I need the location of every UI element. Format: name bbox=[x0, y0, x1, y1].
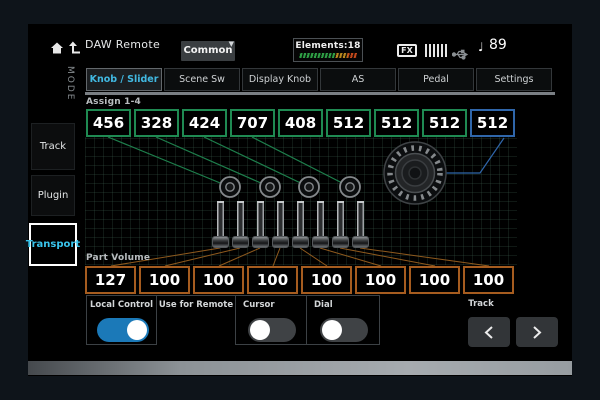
device-photo-background: DAW Remote Common ▼ Elements:18 FX ♩ 89 … bbox=[0, 0, 600, 400]
tab-as[interactable]: AS bbox=[320, 68, 396, 91]
assign-value-9-selected[interactable]: 512 bbox=[470, 109, 515, 137]
tab-pedal[interactable]: Pedal bbox=[398, 68, 474, 91]
local-control-toggle[interactable] bbox=[97, 318, 149, 342]
part-volume-2[interactable]: 100 bbox=[139, 266, 190, 294]
track-nav-label: Track bbox=[466, 299, 496, 309]
assign-value-1[interactable]: 456 bbox=[86, 109, 131, 137]
usb-icon bbox=[452, 45, 470, 64]
chevron-right-icon bbox=[531, 325, 543, 340]
assign-value-3[interactable]: 424 bbox=[182, 109, 227, 137]
assign-value-8[interactable]: 512 bbox=[422, 109, 467, 137]
mode-label: MODE bbox=[65, 66, 75, 101]
part-volume-label: Part Volume bbox=[86, 253, 150, 263]
assign-value-7[interactable]: 512 bbox=[374, 109, 419, 137]
screen-glare-strip bbox=[28, 361, 572, 375]
assign-label: Assign 1-4 bbox=[86, 97, 141, 107]
sidebar-item-transport[interactable]: Transport bbox=[29, 223, 77, 266]
cursor-toggle[interactable] bbox=[248, 318, 296, 342]
fx-icon: FX bbox=[397, 44, 417, 57]
part-volume-4[interactable]: 100 bbox=[247, 266, 298, 294]
tab-scene-sw[interactable]: Scene Sw bbox=[164, 68, 240, 91]
dropdown-icon: ▼ bbox=[229, 34, 234, 54]
assign-value-4[interactable]: 707 bbox=[230, 109, 275, 137]
tempo-value: 89 bbox=[489, 37, 507, 53]
quarter-note-icon: ♩ bbox=[478, 40, 484, 54]
elements-meter bbox=[299, 53, 357, 58]
part-volume-3[interactable]: 100 bbox=[193, 266, 244, 294]
page-title: DAW Remote bbox=[85, 38, 160, 51]
synth-screen: DAW Remote Common ▼ Elements:18 FX ♩ 89 … bbox=[28, 24, 572, 376]
dial-cell: Dial bbox=[307, 295, 380, 345]
sidebar-item-plugin[interactable]: Plugin bbox=[31, 175, 75, 216]
part-volume-8[interactable]: 100 bbox=[463, 266, 514, 294]
part-volume-5[interactable]: 100 bbox=[301, 266, 352, 294]
assign-value-6[interactable]: 512 bbox=[326, 109, 371, 137]
tab-display-knob[interactable]: Display Knob bbox=[242, 68, 318, 91]
up-arrow-icon[interactable] bbox=[68, 40, 84, 54]
part-volume-7[interactable]: 100 bbox=[409, 266, 460, 294]
sidebar-item-track[interactable]: Track bbox=[31, 123, 75, 170]
local-control-cell: Local Control bbox=[86, 295, 157, 345]
elements-badge: Elements:18 bbox=[293, 38, 363, 62]
chevron-left-icon bbox=[483, 325, 495, 340]
track-previous-button[interactable] bbox=[468, 317, 510, 347]
track-next-button[interactable] bbox=[516, 317, 558, 347]
dial-toggle[interactable] bbox=[320, 318, 368, 342]
assign-value-2[interactable]: 328 bbox=[134, 109, 179, 137]
common-button[interactable]: Common ▼ bbox=[181, 41, 235, 61]
tab-settings[interactable]: Settings bbox=[476, 68, 552, 91]
use-for-remote-cell: Use for Remote bbox=[157, 295, 235, 345]
part-volume-1[interactable]: 127 bbox=[85, 266, 136, 294]
home-icon[interactable] bbox=[50, 40, 66, 54]
part-volume-6[interactable]: 100 bbox=[355, 266, 406, 294]
keyboard-icon bbox=[425, 44, 449, 57]
cursor-cell: Cursor bbox=[235, 295, 307, 345]
tab-knob-slider[interactable]: Knob / Slider bbox=[86, 68, 162, 91]
assign-value-5[interactable]: 408 bbox=[278, 109, 323, 137]
tab-divider bbox=[85, 92, 555, 95]
